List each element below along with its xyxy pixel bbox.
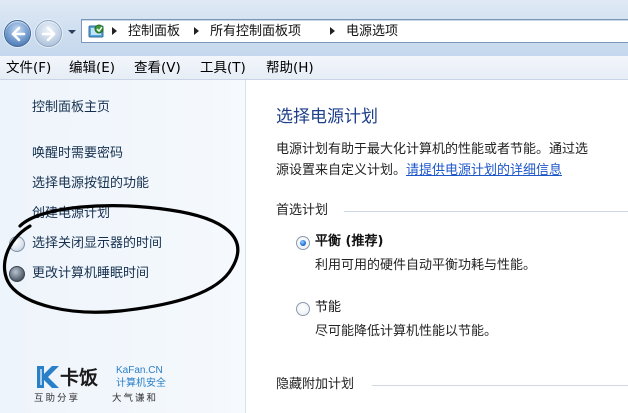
page-title: 选择电源计划	[276, 107, 378, 127]
breadcrumb-power-options[interactable]: 电源选项	[346, 23, 398, 40]
breadcrumb-separator-icon[interactable]	[330, 27, 335, 35]
menu-file[interactable]: 文件(F)	[6, 59, 51, 77]
back-button[interactable]	[4, 20, 31, 47]
menu-tools[interactable]: 工具(T)	[200, 59, 246, 77]
description-text: 源设置来自定义计划。	[276, 163, 407, 178]
control-panel-icon	[88, 24, 104, 38]
menu-help[interactable]: 帮助(H)	[266, 59, 314, 77]
plan-balanced-radio[interactable]	[296, 236, 310, 250]
watermark-subtitle: 计算机安全	[116, 378, 166, 389]
description-line-1: 电源计划有助于最大化计算机的性能或者节能。通过选	[276, 142, 589, 157]
plan-power-saver-name[interactable]: 节能	[315, 299, 341, 317]
navigation-bar: 控制面板 所有控制面板项 电源选项	[0, 0, 628, 62]
plan-balanced-name[interactable]: 平衡 (推荐)	[315, 233, 383, 251]
recent-pages-dropdown-icon[interactable]	[66, 25, 78, 39]
breadcrumb-control-panel[interactable]: 控制面板	[128, 23, 180, 40]
plan-balanced-description: 利用可用的硬件自动平衡功耗与性能。	[315, 258, 537, 273]
sidebar-link-create-plan[interactable]: 创建电源计划	[32, 205, 110, 223]
watermark-url: KaFan.CN	[116, 365, 163, 376]
breadcrumb-all-items[interactable]: 所有控制面板项	[210, 23, 301, 40]
kafan-logo-icon	[37, 366, 59, 388]
preferred-plans-label: 首选计划	[276, 203, 329, 218]
back-arrow-icon	[11, 26, 26, 42]
description-line-2: 源设置来自定义计划。请提供电源计划的详细信息	[276, 162, 562, 180]
watermark-slogan-right: 大气谦和	[112, 393, 159, 404]
plan-power-saver-radio[interactable]	[296, 302, 310, 316]
breadcrumb-separator-icon	[112, 27, 117, 35]
sidebar-link-display-off-time[interactable]: 选择关闭显示器的时间	[32, 235, 162, 253]
display-icon	[9, 236, 25, 252]
watermark-slogan-left: 互助分享	[34, 393, 81, 404]
forward-arrow-icon	[41, 26, 56, 42]
sidebar-link-sleep-time[interactable]: 更改计算机睡眠时间	[32, 265, 149, 283]
sidebar-link-wake-password[interactable]: 唤醒时需要密码	[32, 145, 123, 163]
address-bar[interactable]: 控制面板 所有控制面板项 电源选项	[81, 19, 628, 43]
breadcrumb-separator-icon[interactable]	[194, 27, 199, 35]
forward-button[interactable]	[35, 20, 62, 47]
sidebar-link-power-buttons[interactable]: 选择电源按钮的功能	[32, 175, 149, 193]
plan-power-saver-description: 尽可能降低计算机性能以节能。	[315, 324, 498, 339]
sleep-icon	[9, 266, 25, 282]
hidden-plans-label[interactable]: 隐藏附加计划	[276, 376, 354, 394]
menu-bar: 文件(F) 编辑(E) 查看(V) 工具(T) 帮助(H)	[0, 56, 628, 80]
sidebar-link-home[interactable]: 控制面板主页	[32, 99, 110, 117]
plan-details-link[interactable]: 请提供电源计划的详细信息	[406, 163, 562, 178]
menu-view[interactable]: 查看(V)	[134, 59, 181, 77]
group-divider	[372, 385, 628, 386]
group-divider	[344, 211, 628, 212]
menu-edit[interactable]: 编辑(E)	[69, 59, 115, 77]
watermark-brand: 卡饭	[60, 367, 99, 389]
